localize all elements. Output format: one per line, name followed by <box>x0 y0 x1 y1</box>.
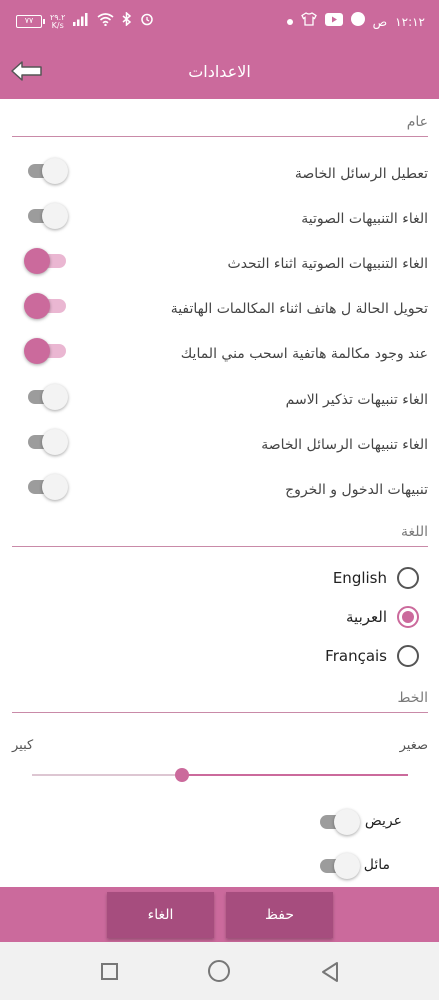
bold-toggle-switch[interactable] <box>320 808 360 836</box>
setting-row-mute-private-message-alerts: الغاء تنبيهات الرسائل الخاصة <box>12 428 428 468</box>
setting-row-mute-sound-alerts: الغاء التنبيهات الصوتية <box>12 202 428 242</box>
setting-label: الغاء التنبيهات الصوتية اثناء التحدث <box>227 256 428 272</box>
network-speed-unit: K/s <box>51 20 64 30</box>
switch-thumb <box>334 853 360 879</box>
setting-row-release-mic-on-call: عند وجود مكالمة هاتفية اسحب مني المايك <box>12 337 428 377</box>
radio-label: العربية <box>346 608 387 626</box>
home-icon[interactable] <box>208 960 230 982</box>
youtube-icon <box>324 12 343 31</box>
font-size-slider[interactable] <box>32 766 408 784</box>
setting-label: الغاء تنبيهات الرسائل الخاصة <box>261 437 428 453</box>
switch-thumb <box>42 158 68 184</box>
bold-label: عريض <box>364 813 402 829</box>
setting-row-mute-name-mention-alerts: الغاء تنبيهات تذكير الاسم <box>12 383 428 423</box>
switch-thumb <box>42 429 68 455</box>
radio-label: English <box>332 569 387 587</box>
toggle-switch[interactable] <box>24 247 68 275</box>
toggle-switch[interactable] <box>28 157 68 185</box>
font-size-small-label: صغير <box>399 738 428 753</box>
save-button[interactable]: حفظ <box>226 892 333 938</box>
bluetooth-icon <box>122 11 132 31</box>
font-size-large-label: كبير <box>12 738 34 753</box>
tshirt-icon <box>300 12 317 31</box>
status-bar: ٧٧ ٢٩.٢ K/s ص ١٢:١٢ <box>0 0 439 44</box>
battery-icon: ٧٧ <box>16 15 45 28</box>
circle-icon <box>350 12 365 31</box>
setting-label: تحويل الحالة ل هاتف اثناء المكالمات الها… <box>170 301 428 317</box>
nav-back-icon[interactable] <box>320 961 340 983</box>
radio-label: Français <box>325 647 387 665</box>
italic-style-row: مائل <box>316 852 390 882</box>
toggle-switch[interactable] <box>28 473 68 501</box>
clock-time: ١٢:١٢ <box>395 14 425 29</box>
slider-handle[interactable] <box>175 768 190 782</box>
radio-button[interactable] <box>397 567 419 589</box>
switch-thumb <box>24 293 50 319</box>
notification-dot-icon <box>286 14 293 30</box>
font-section-header: الخط <box>12 690 428 713</box>
setting-label: تعطيل الرسائل الخاصة <box>294 166 428 182</box>
cancel-button[interactable]: الغاء <box>107 892 214 938</box>
setting-label: الغاء التنبيهات الصوتية <box>301 211 428 227</box>
general-section-header: عام <box>12 114 428 137</box>
language-option-french[interactable]: Français <box>325 641 419 671</box>
alarm-icon <box>140 12 154 31</box>
bottom-action-bar: الغاء حفظ <box>0 887 439 942</box>
network-speed: ٢٩.٢ K/s <box>50 13 65 30</box>
switch-thumb <box>42 474 68 500</box>
italic-toggle-switch[interactable] <box>320 852 360 880</box>
setting-label: تنبيهات الدخول و الخروج <box>285 482 428 498</box>
setting-row-join-leave-alerts: تنبيهات الدخول و الخروج <box>12 473 428 513</box>
arrow-left-icon <box>11 61 42 81</box>
toggle-switch[interactable] <box>28 383 68 411</box>
setting-row-disable-private-messages: تعطيل الرسائل الخاصة <box>12 157 428 197</box>
am-pm-label: ص <box>372 14 388 29</box>
status-icons-left: ٧٧ ٢٩.٢ K/s <box>16 11 154 31</box>
signal-icon <box>73 12 89 31</box>
toggle-switch[interactable] <box>28 202 68 230</box>
status-icons-right: ص ١٢:١٢ <box>286 12 425 31</box>
language-option-english[interactable]: English <box>333 563 419 593</box>
switch-thumb <box>42 384 68 410</box>
switch-thumb <box>24 248 50 274</box>
toggle-switch[interactable] <box>24 292 68 320</box>
bold-style-row: عريض <box>316 808 402 838</box>
radio-button[interactable] <box>397 645 419 667</box>
font-size-labels: كبير صغير <box>12 738 428 758</box>
setting-label: الغاء تنبيهات تذكير الاسم <box>285 392 428 408</box>
app-bar: الاعدادات <box>0 44 439 99</box>
page-title: الاعدادات <box>188 62 251 81</box>
navigation-bar <box>0 942 439 1000</box>
slider-fill <box>182 774 408 776</box>
recent-apps-icon[interactable] <box>101 963 118 980</box>
toggle-switch[interactable] <box>28 428 68 456</box>
switch-thumb <box>24 338 50 364</box>
setting-row-phone-status-during-calls: تحويل الحالة ل هاتف اثناء المكالمات الها… <box>12 292 428 332</box>
wifi-icon <box>97 12 114 31</box>
language-section-header: اللغة <box>12 524 428 547</box>
switch-thumb <box>334 809 360 835</box>
setting-row-mute-sound-while-talking: الغاء التنبيهات الصوتية اثناء التحدث <box>12 247 428 287</box>
italic-label: مائل <box>363 857 390 873</box>
setting-label: عند وجود مكالمة هاتفية اسحب مني المايك <box>180 346 428 362</box>
radio-button[interactable] <box>397 606 419 628</box>
back-button[interactable] <box>10 58 44 84</box>
switch-thumb <box>42 203 68 229</box>
toggle-switch[interactable] <box>24 337 68 365</box>
language-option-arabic[interactable]: العربية <box>346 602 419 632</box>
